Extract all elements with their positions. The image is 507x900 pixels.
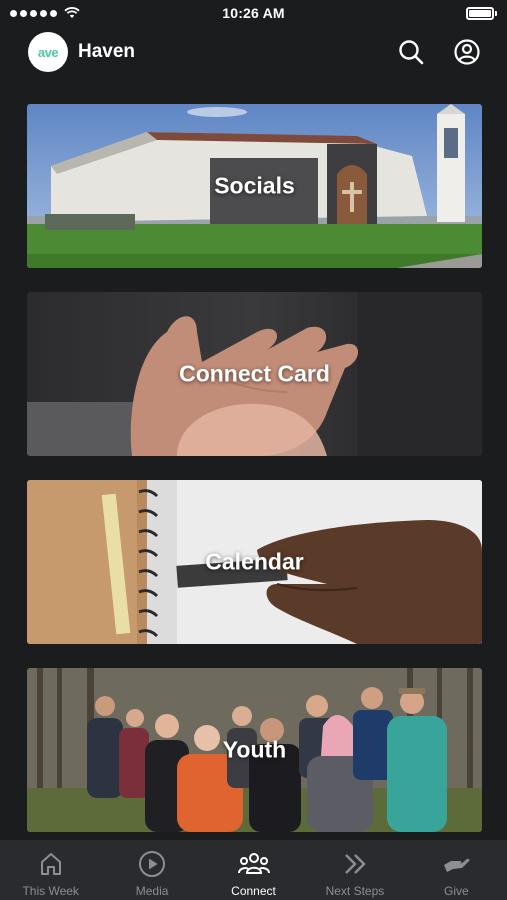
home-icon xyxy=(40,853,61,875)
group-icon xyxy=(237,853,270,874)
tab-label: Give xyxy=(443,884,469,898)
app-title: Haven xyxy=(78,41,136,62)
tab-connect[interactable]: Connect xyxy=(203,840,304,900)
app-header: ave Haven xyxy=(0,30,507,74)
app-logo[interactable]: ave xyxy=(28,32,68,72)
tab-label: This Week xyxy=(22,884,79,898)
profile-button[interactable] xyxy=(453,38,481,66)
card-youth[interactable]: Youth xyxy=(27,668,482,832)
giving-hand-icon xyxy=(444,858,470,872)
account-icon xyxy=(454,39,480,65)
connect-card-list: Socials Connect Card Calendar Youth xyxy=(27,104,482,856)
card-calendar[interactable]: Calendar xyxy=(27,480,482,644)
card-label: Youth xyxy=(222,736,287,763)
card-label: Calendar xyxy=(205,548,304,575)
tab-label: Media xyxy=(135,884,169,898)
search-button[interactable] xyxy=(397,38,425,66)
tab-give[interactable]: Give xyxy=(406,840,507,900)
tab-label: Connect xyxy=(231,884,276,898)
card-socials[interactable]: Socials xyxy=(27,104,482,268)
double-chevron-right-icon xyxy=(345,854,366,874)
tab-media[interactable]: Media xyxy=(101,840,202,900)
search-icon xyxy=(399,40,424,65)
card-label: Connect Card xyxy=(179,360,330,387)
tab-next-steps[interactable]: Next Steps xyxy=(304,840,405,900)
play-circle-icon xyxy=(139,851,166,877)
card-connect-card[interactable]: Connect Card xyxy=(27,292,482,456)
status-time: 10:26 AM xyxy=(222,5,285,21)
tab-this-week[interactable]: This Week xyxy=(0,840,101,900)
tab-label: Next Steps xyxy=(325,884,385,898)
bottom-tab-bar: This Week Media Connect Next Steps Give xyxy=(0,840,507,900)
card-label: Socials xyxy=(214,172,295,199)
status-bar: 10:26 AM xyxy=(0,0,507,26)
